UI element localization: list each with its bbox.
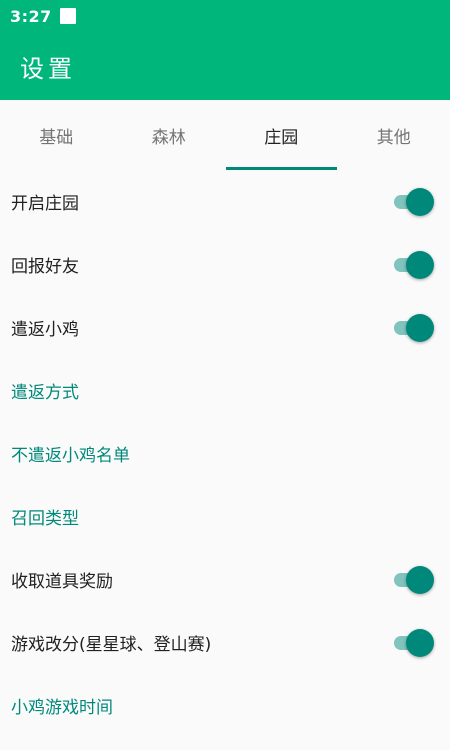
setting-label: 开启庄园 xyxy=(11,194,79,214)
setting-label: 召回类型 xyxy=(11,509,79,529)
switch-thumb xyxy=(406,628,434,657)
enable-farm-switch[interactable] xyxy=(394,187,434,216)
tab-other[interactable]: 其他 xyxy=(338,100,450,170)
setting-label: 遣返方式 xyxy=(11,383,79,403)
page-title: 设置 xyxy=(20,54,76,83)
tab-label: 庄园 xyxy=(264,127,299,148)
switch-thumb xyxy=(406,565,434,594)
setting-label: 回报好友 xyxy=(11,257,79,277)
setting-send-back-chicks[interactable]: 遣返小鸡 xyxy=(0,296,450,359)
setting-label: 小鸡游戏时间 xyxy=(11,698,113,718)
collect-prop-rewards-switch[interactable] xyxy=(394,565,434,594)
tab-bar: 基础 森林 庄园 其他 xyxy=(0,100,450,170)
setting-label: 遣返小鸡 xyxy=(11,320,79,340)
send-back-chicks-switch[interactable] xyxy=(394,313,434,342)
status-time: 3:27 xyxy=(10,6,52,26)
notification-icon xyxy=(59,8,76,24)
setting-recall-type[interactable]: 召回类型 xyxy=(0,485,450,548)
setting-chick-game-time[interactable]: 小鸡游戏时间 xyxy=(0,674,450,737)
tab-label: 其他 xyxy=(376,127,411,148)
tab-farm[interactable]: 庄园 xyxy=(225,100,338,170)
setting-label: 不遣返小鸡名单 xyxy=(11,446,130,466)
setting-game-score-mod[interactable]: 游戏改分(星星球、登山赛) xyxy=(0,611,450,674)
setting-label: 游戏改分(星星球、登山赛) xyxy=(11,635,212,655)
tab-forest[interactable]: 森林 xyxy=(113,100,226,170)
game-score-mod-switch[interactable] xyxy=(394,628,434,657)
switch-thumb xyxy=(406,250,434,279)
tab-basic[interactable]: 基础 xyxy=(0,100,113,170)
tab-label: 森林 xyxy=(151,127,186,148)
tab-label: 基础 xyxy=(39,127,74,148)
setting-repay-friends[interactable]: 回报好友 xyxy=(0,233,450,296)
setting-send-back-method[interactable]: 遣返方式 xyxy=(0,359,450,422)
settings-list: 开启庄园 回报好友 遣返小鸡 遣返方式 不遣返小鸡名单 召回类型 收取道具奖励 … xyxy=(0,170,450,737)
setting-collect-prop-rewards[interactable]: 收取道具奖励 xyxy=(0,548,450,611)
switch-thumb xyxy=(406,313,434,342)
app-bar: 设置 xyxy=(0,32,450,100)
repay-friends-switch[interactable] xyxy=(394,250,434,279)
status-bar: 3:27 xyxy=(0,0,450,32)
switch-thumb xyxy=(406,187,434,216)
setting-no-send-back-list[interactable]: 不遣返小鸡名单 xyxy=(0,422,450,485)
setting-enable-farm[interactable]: 开启庄园 xyxy=(0,170,450,233)
setting-label: 收取道具奖励 xyxy=(11,572,113,592)
